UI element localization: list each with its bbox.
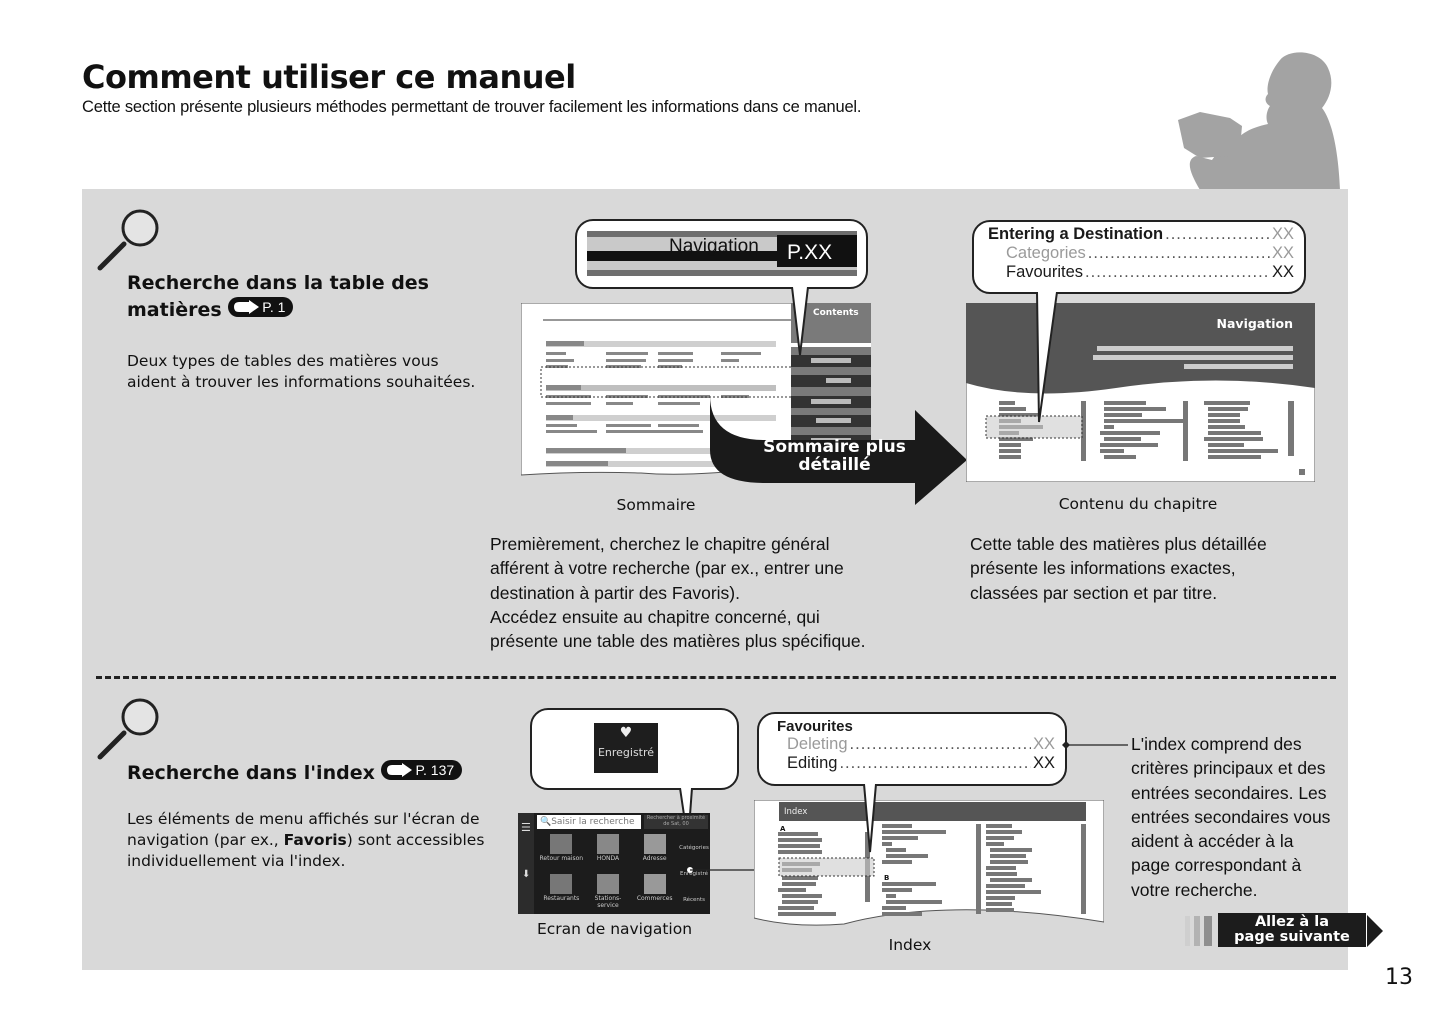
search-input[interactable]: 🔍Saisir la recherche: [537, 815, 641, 829]
bubble-page-label: P.XX: [787, 241, 833, 264]
toc-page-ref-link[interactable]: P. 1: [228, 297, 294, 317]
sommaire-callout-bubble: Navigation P.XX: [575, 219, 868, 289]
section-divider: [96, 676, 1336, 679]
reader-silhouette-icon: [1178, 52, 1340, 190]
chapter-toc-row: Favourites..............................…: [1006, 263, 1294, 281]
toc-body-line: Deux types de tables des matières vous: [127, 352, 439, 370]
toc-body-line: aident à trouver les informations souhai…: [127, 373, 476, 391]
arrow-label: Sommaire plus détaillé: [763, 437, 906, 475]
nav-tile[interactable]: Adresse: [631, 833, 678, 873]
sommaire-caption: Sommaire: [616, 496, 696, 514]
toc-section-heading: Recherche dans la table des matières P. …: [127, 270, 429, 324]
nav-tile[interactable]: Commerces: [631, 873, 678, 913]
next-page-label-line1: Allez à la: [1254, 914, 1330, 930]
page-number: 13: [1385, 965, 1413, 990]
index-section-body: Les éléments de menu affichés sur l'écra…: [127, 810, 485, 870]
explain-connector-line: [1062, 741, 1128, 749]
next-page-label-line2: page suivante: [1234, 929, 1350, 945]
toc-explain-left: Premièrement, cherchez le chapitre génér…: [490, 534, 866, 652]
index-entry-row: Deleting................................…: [787, 735, 1055, 753]
nav-side-item[interactable]: Récents: [678, 887, 710, 913]
index-page-graphic: [753, 799, 1105, 926]
search-icon: 🔍: [540, 817, 552, 827]
magnifier-icon: [97, 209, 159, 271]
enregistre-button-preview: ♥ Enregistré: [594, 723, 658, 773]
next-arrow-icon: [1367, 915, 1383, 947]
nav-tile[interactable]: Stations-service: [585, 873, 632, 913]
chapter-callout-bubble: Entering a Destination..................…: [972, 220, 1306, 294]
index-letter-b: B: [884, 874, 890, 882]
index-explain: L'index comprend des critères principaux…: [1131, 734, 1331, 900]
index-bubble-pointer: [863, 784, 877, 853]
menu-icon[interactable]: ☰: [521, 821, 531, 834]
index-entry-main: Favourites: [777, 718, 853, 735]
index-entry-row: Editing.................................…: [787, 754, 1055, 772]
index-header-label: Index: [784, 807, 808, 817]
nav-screen: ☰ ⬇ 🔍Saisir la recherche Rechercher à pr…: [518, 813, 710, 914]
nav-tile[interactable]: Retour maison: [538, 833, 585, 873]
heart-icon: ♥: [619, 725, 633, 741]
nav-callout-bubble: ♥ Enregistré: [530, 708, 739, 790]
nav-screen-caption: Ecran de navigation: [536, 920, 693, 938]
chapter-bubble-pointer: [1036, 292, 1058, 423]
page-subtitle: Cette section présente plusieurs méthode…: [82, 98, 862, 116]
toc-section-body: Deux types de tables des matières vous a…: [127, 351, 475, 393]
nav-tile-grid: Retour maison HONDA Adresse Restaurants …: [538, 833, 678, 913]
index-page-ref-link[interactable]: P. 137: [381, 760, 463, 780]
contents-tab-label: Contents: [813, 308, 859, 318]
index-illustration: Index A B: [753, 799, 1105, 930]
index-section-heading: Recherche dans l'index P. 137: [127, 760, 463, 787]
chapter-caption: Contenu du chapitre: [1058, 495, 1218, 513]
chapter-toc-row: Entering a Destination..................…: [988, 225, 1294, 243]
toc-explain-right: Cette table des matières plus détaillée …: [970, 534, 1267, 603]
index-page-ref: P. 137: [415, 761, 455, 778]
index-caption: Index: [888, 936, 932, 954]
bubble-pointer: [791, 287, 809, 356]
nav-tile[interactable]: HONDA: [585, 833, 632, 873]
nav-tile[interactable]: Restaurants: [538, 873, 585, 913]
nav-side-item[interactable]: Catégories: [678, 835, 710, 861]
chapter-illustration: Navigation: [965, 302, 1316, 483]
next-page-button[interactable]: Allez à la page suivante: [1185, 913, 1385, 947]
magnifier-icon: [97, 698, 159, 760]
index-heading-text: Recherche dans l'index: [127, 762, 375, 784]
bubble-navigation-label: Navigation: [669, 236, 759, 257]
chapter-toc-row: Categories..............................…: [1006, 244, 1294, 262]
nearby-button[interactable]: Rechercher à proximité de Sat, 00: [644, 815, 708, 829]
down-arrow-icon[interactable]: ⬇: [522, 869, 530, 880]
chapter-header-label: Navigation: [1216, 316, 1293, 331]
page-title: Comment utiliser ce manuel: [82, 58, 576, 96]
arrow-ref-icon: [387, 763, 413, 777]
index-callout-bubble: Favourites Deleting.....................…: [757, 712, 1067, 786]
toc-heading-line2: matières: [127, 299, 222, 321]
toc-page-ref: P. 1: [262, 298, 286, 315]
index-letter-a: A: [780, 825, 786, 833]
arrow-ref-icon: [234, 300, 260, 314]
